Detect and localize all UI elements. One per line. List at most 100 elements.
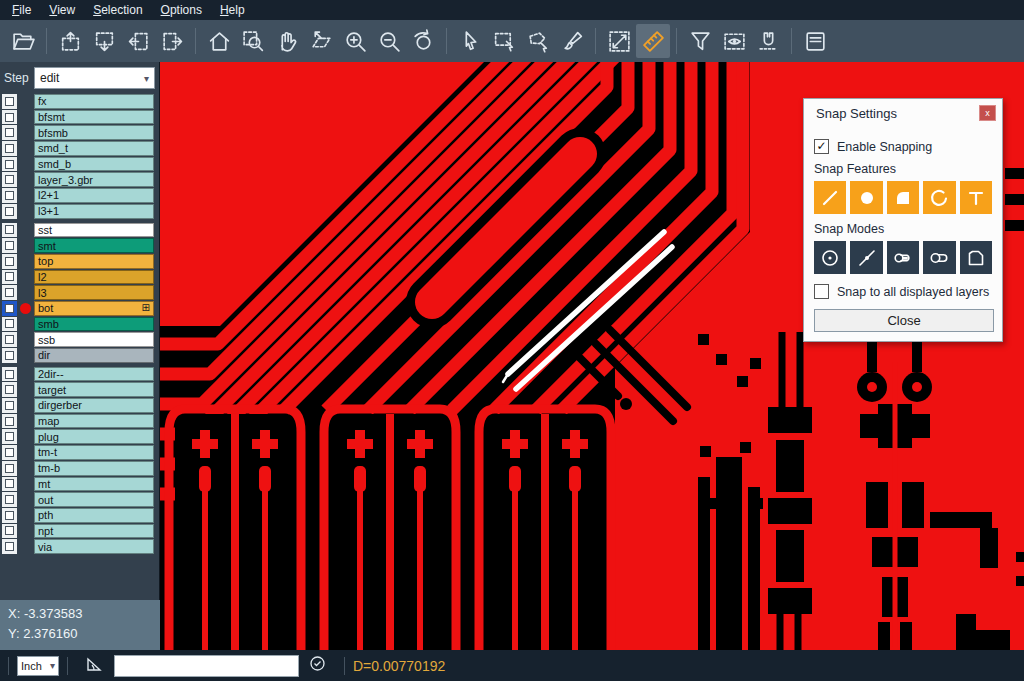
apply-icon[interactable] — [309, 655, 326, 676]
zoom-previous-button[interactable] — [406, 24, 440, 58]
layer-visibility-cell[interactable] — [2, 367, 17, 382]
layer-name-l2[interactable]: l2 — [34, 270, 154, 285]
layer-name-fx[interactable]: fx — [34, 94, 154, 109]
layer-checkbox[interactable] — [5, 225, 14, 234]
filter-button[interactable] — [683, 24, 717, 58]
snap-feature-circle-button[interactable] — [850, 181, 882, 214]
menu-file[interactable]: File — [4, 1, 39, 19]
view-box-button[interactable] — [717, 24, 751, 58]
snap-feature-arc-button[interactable] — [923, 181, 955, 214]
layer-name-2dir--[interactable]: 2dir-- — [34, 367, 154, 382]
layer-visibility-cell[interactable] — [2, 285, 17, 300]
import-left-button[interactable] — [121, 24, 155, 58]
layer-checkbox[interactable] — [5, 495, 14, 504]
layer-checkbox[interactable] — [5, 464, 14, 473]
layer-name-ssb[interactable]: ssb — [34, 332, 154, 347]
layer-name-dir[interactable]: dir — [34, 348, 154, 363]
layer-visibility-cell[interactable] — [2, 398, 17, 413]
snap-mode-center-button[interactable] — [814, 241, 846, 274]
layer-name-dirgerber[interactable]: dirgerber — [34, 398, 154, 413]
layer-name-via[interactable]: via — [34, 539, 154, 554]
layer-visibility-cell[interactable] — [2, 141, 17, 156]
zoom-region-button[interactable] — [236, 24, 270, 58]
snap-feature-text-button[interactable] — [960, 181, 992, 214]
layer-visibility-cell[interactable] — [2, 110, 17, 125]
import-top-button[interactable] — [53, 24, 87, 58]
layer-visibility-cell[interactable] — [2, 524, 17, 539]
layer-name-bfsmt[interactable]: bfsmt — [34, 110, 154, 125]
layer-visibility-cell[interactable] — [2, 477, 17, 492]
layer-visibility-cell[interactable] — [2, 301, 17, 316]
layer-checkbox[interactable] — [5, 511, 14, 520]
layer-name-pth[interactable]: pth — [34, 508, 154, 523]
layer-name-l3+1[interactable]: l3+1 — [34, 204, 154, 219]
home-button[interactable] — [202, 24, 236, 58]
move-shape-button[interactable] — [304, 24, 338, 58]
layer-name-smd_b[interactable]: smd_b — [34, 157, 154, 172]
layer-checkbox[interactable] — [5, 401, 14, 410]
layer-checkbox[interactable] — [5, 335, 14, 344]
layer-visibility-cell[interactable] — [2, 270, 17, 285]
layer-name-l2+1[interactable]: l2+1 — [34, 188, 154, 203]
layer-checkbox[interactable] — [5, 175, 14, 184]
layer-checkbox[interactable] — [5, 241, 14, 250]
layer-name-smb[interactable]: smb — [34, 317, 154, 332]
layer-name-target[interactable]: target — [34, 382, 154, 397]
layer-checkbox[interactable] — [5, 479, 14, 488]
menu-selection[interactable]: Selection — [85, 1, 150, 19]
layer-checkbox[interactable] — [5, 319, 14, 328]
layer-name-out[interactable]: out — [34, 492, 154, 507]
layer-visibility-cell[interactable] — [2, 461, 17, 476]
brush-button[interactable] — [555, 24, 589, 58]
layer-checkbox[interactable] — [5, 385, 14, 394]
enable-snapping-checkbox[interactable]: ✓ — [814, 139, 829, 154]
menu-help[interactable]: Help — [212, 1, 253, 19]
step-dropdown[interactable]: edit ▾ — [34, 67, 155, 89]
layer-name-npt[interactable]: npt — [34, 524, 154, 539]
layer-checkbox[interactable] — [5, 304, 14, 313]
measure-line-button[interactable] — [602, 24, 636, 58]
open-folder-button[interactable] — [6, 24, 40, 58]
layer-checkbox[interactable] — [5, 542, 14, 551]
close-button[interactable]: Close — [814, 309, 994, 332]
layer-visibility-cell[interactable] — [2, 157, 17, 172]
snap-mode-contour-button[interactable] — [960, 241, 992, 274]
layer-checkbox[interactable] — [5, 128, 14, 137]
layer-visibility-cell[interactable] — [2, 539, 17, 554]
snap-magnet-button[interactable] — [751, 24, 785, 58]
layer-visibility-cell[interactable] — [2, 414, 17, 429]
layer-name-plug[interactable]: plug — [34, 429, 154, 444]
layer-visibility-cell[interactable] — [2, 223, 17, 238]
select-rect-button[interactable] — [487, 24, 521, 58]
snap-mode-slot-b-button[interactable] — [923, 241, 955, 274]
snap-feature-pad-button[interactable] — [887, 181, 919, 214]
layer-checkbox[interactable] — [5, 113, 14, 122]
zoom-in-button[interactable] — [338, 24, 372, 58]
select-cursor-button[interactable] — [453, 24, 487, 58]
menu-options[interactable]: Options — [153, 1, 210, 19]
layer-checkbox[interactable] — [5, 191, 14, 200]
layer-checkbox[interactable] — [5, 526, 14, 535]
layer-visibility-cell[interactable] — [2, 317, 17, 332]
import-bottom-button[interactable] — [87, 24, 121, 58]
layer-checkbox[interactable] — [5, 351, 14, 360]
snap-mode-midpoint-button[interactable] — [850, 241, 882, 274]
layer-checkbox[interactable] — [5, 417, 14, 426]
zoom-out-button[interactable] — [372, 24, 406, 58]
layer-name-smd_t[interactable]: smd_t — [34, 141, 154, 156]
layer-checkbox[interactable] — [5, 257, 14, 266]
snap-mode-slot-a-button[interactable] — [887, 241, 919, 274]
layer-visibility-cell[interactable] — [2, 429, 17, 444]
layer-name-top[interactable]: top — [34, 254, 154, 269]
layer-visibility-cell[interactable] — [2, 445, 17, 460]
ruler-button[interactable] — [636, 24, 670, 58]
layer-name-bot[interactable]: bot⊞ — [34, 301, 154, 316]
layer-checkbox[interactable] — [5, 160, 14, 169]
pan-hand-button[interactable] — [270, 24, 304, 58]
layer-checkbox[interactable] — [5, 207, 14, 216]
close-icon[interactable]: x — [979, 105, 996, 121]
layer-name-map[interactable]: map — [34, 414, 154, 429]
layer-name-sst[interactable]: sst — [34, 223, 154, 238]
layer-checkbox[interactable] — [5, 144, 14, 153]
layer-name-l3[interactable]: l3 — [34, 285, 154, 300]
